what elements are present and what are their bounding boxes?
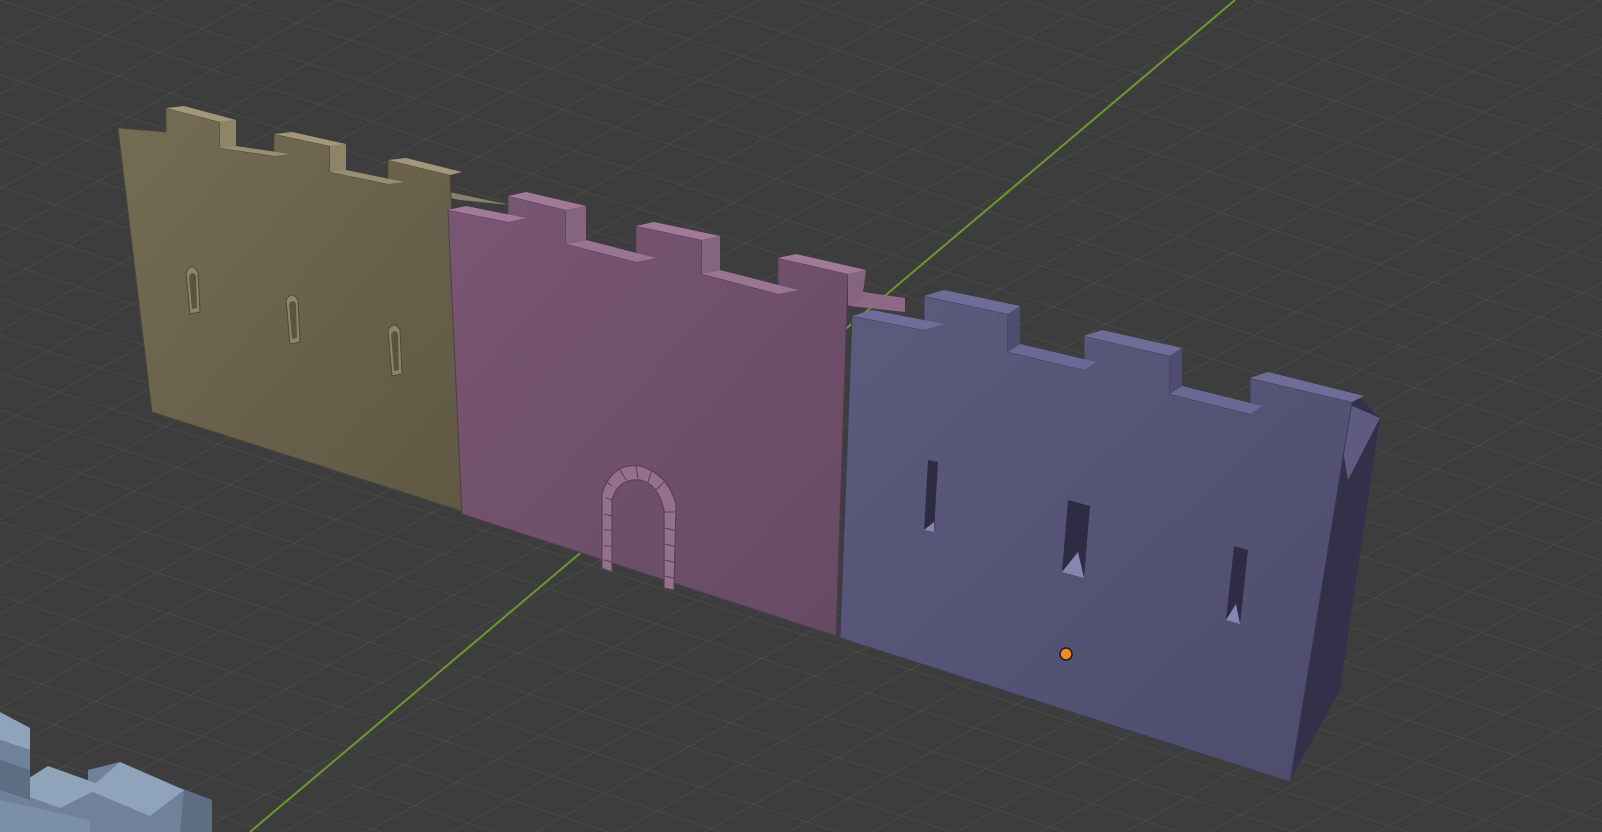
viewport-canvas[interactable] [0,0,1602,832]
3d-viewport[interactable] [0,0,1602,832]
object-origin-marker[interactable] [1059,647,1073,661]
